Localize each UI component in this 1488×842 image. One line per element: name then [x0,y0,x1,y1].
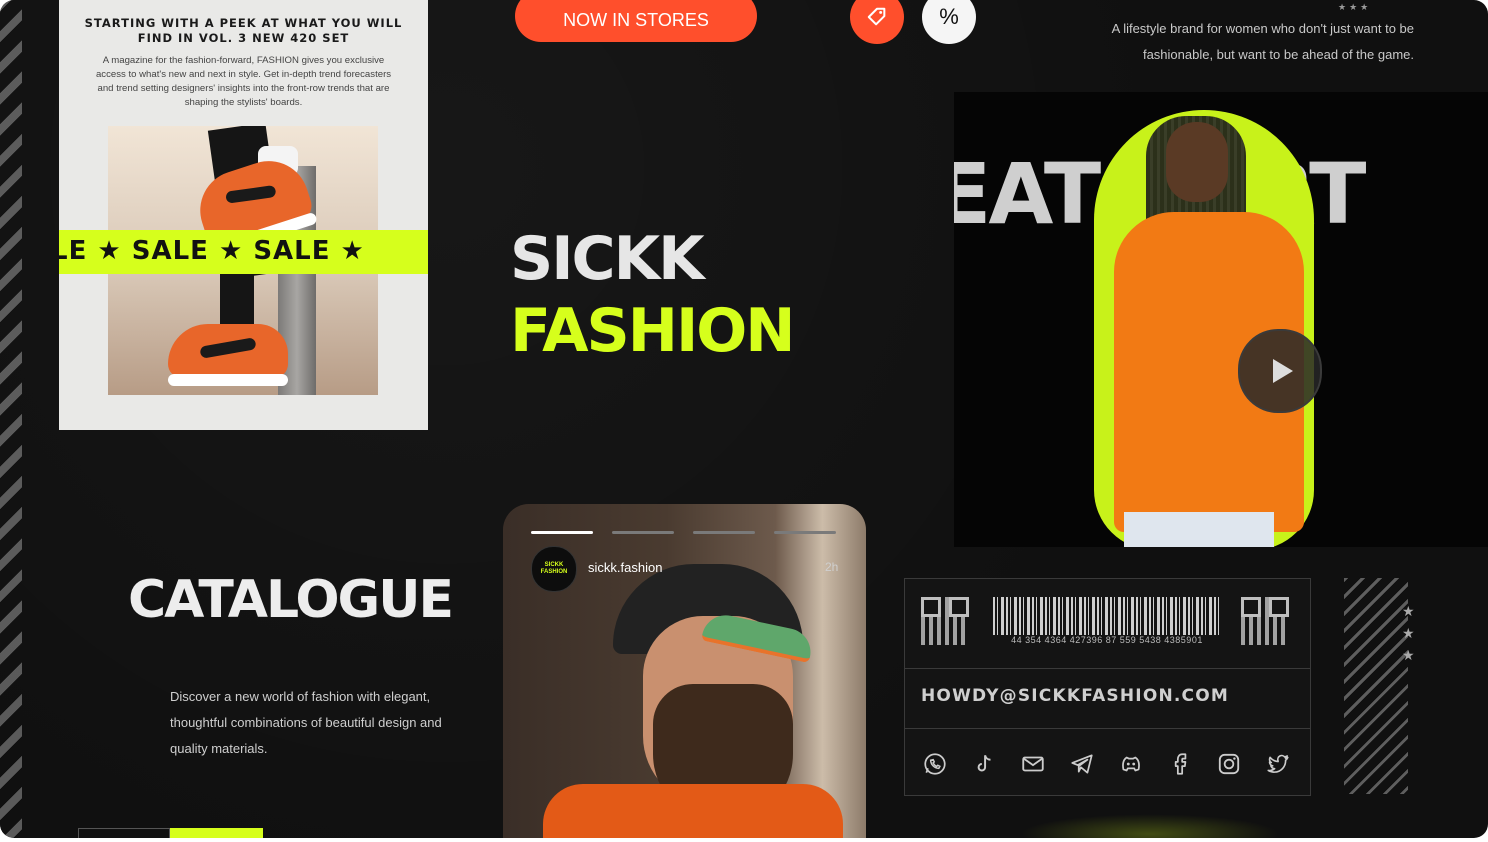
email-row: HOWDY@SICKKFASHION.COM [905,668,1310,729]
qr-code-right[interactable] [1241,597,1289,645]
contact-email-link[interactable]: HOWDY@SICKKFASHION.COM [921,686,1229,706]
canvas-frame: STARTING WITH A PEEK AT WHAT YOU WILL FI… [0,0,1488,838]
instagram-icon[interactable] [1215,750,1243,778]
brand-title-line2: FASHION [510,296,796,366]
sweatshirt-video-card[interactable]: EATSHIRT [954,92,1488,547]
social-row [905,728,1310,795]
barcode-number: 44 354 4364 427396 87 559 5438 4385901 [1011,635,1203,645]
right-stripe-decor [1344,578,1408,794]
percent-icon: % [939,4,959,29]
decorative-stars-right: ★ ★ ★ [1402,603,1415,663]
qr-code-left[interactable] [921,597,969,645]
brand-title-line1: SICKK [510,224,705,294]
mail-icon[interactable] [1019,750,1047,778]
sale-banner: LE ★ SALE ★ SALE ★ [59,230,428,274]
bottom-tab-outline[interactable] [78,828,170,838]
left-stripe-border [0,0,22,838]
play-button[interactable] [1238,329,1322,413]
code-row: 44 354 4364 427396 87 559 5438 4385901 [905,579,1310,669]
decorative-stars: ★★★ [1338,2,1372,12]
play-icon [1273,359,1293,383]
bottom-glow [1020,814,1280,838]
instagram-story-card[interactable]: SICKK FASHION sickk.fashion 2h [503,504,866,838]
facebook-icon[interactable] [1166,750,1194,778]
price-tag-icon [867,7,886,26]
story-progress-4 [774,531,836,534]
catalogue-title-wrap: CATALOGUE [0,560,503,640]
telegram-icon[interactable] [1068,750,1096,778]
catalogue-title: CATALOGUE [128,570,454,630]
price-tag-button[interactable] [850,0,904,44]
catalogue-description: Discover a new world of fashion with ele… [170,689,442,756]
twitter-icon[interactable] [1264,750,1292,778]
now-in-stores-label: NOW IN STORES [563,10,709,30]
story-progress-2 [612,531,674,534]
story-progress-active [531,531,593,534]
man-jacket [543,784,843,838]
now-in-stores-button[interactable]: NOW IN STORES [515,0,757,42]
magazine-card[interactable]: STARTING WITH A PEEK AT WHAT YOU WILL FI… [59,0,428,430]
model-face [1166,122,1228,202]
tiktok-icon[interactable] [970,750,998,778]
discord-icon[interactable] [1117,750,1145,778]
sneaker-lower [168,324,288,386]
magazine-body-text: A magazine for the fashion-forward, FASH… [95,55,392,108]
story-avatar[interactable]: SICKK FASHION [531,546,577,592]
brand-tagline: A lifestyle brand for women who don't ju… [1111,21,1414,62]
story-handle[interactable]: sickk.fashion [588,560,662,575]
barcode [993,597,1221,635]
story-time: 2h [825,560,839,574]
avatar-text: SICKK FASHION [540,562,568,575]
contact-card: 44 354 4364 427396 87 559 5438 4385901 H… [904,578,1311,796]
whatsapp-icon[interactable] [921,750,949,778]
bottom-tab-active[interactable] [170,828,263,838]
model-jeans [1124,512,1274,547]
story-progress-3 [693,531,755,534]
sale-banner-text: LE ★ SALE ★ SALE ★ [59,236,365,266]
discount-button[interactable]: % [922,0,976,44]
magazine-headline: STARTING WITH A PEEK AT WHAT YOU WILL FI… [84,16,403,45]
